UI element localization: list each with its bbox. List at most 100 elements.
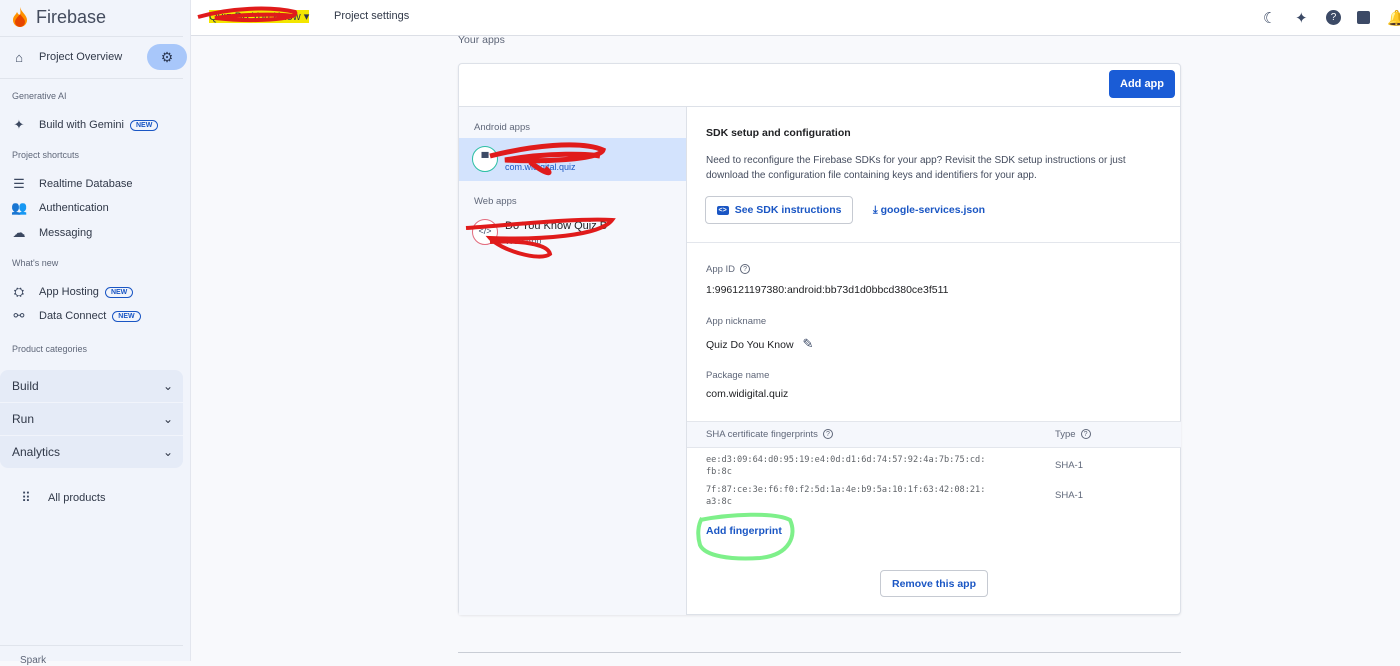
grid-icon: ⠿ (21, 490, 31, 505)
settings-gear-button[interactable]: ⚙ (147, 44, 187, 70)
web-app-row[interactable]: </> Do You Know Quiz B Web App (459, 212, 686, 255)
fingerprint-row: 7f:87:ce:3e:f6:f0:f2:5d:1a:4e:b9:5a:10:1… (706, 484, 985, 508)
button-label: See SDK instructions (734, 204, 842, 216)
app-id-value: 1:996121197380:android:bb73d1d0bbcd380ce… (706, 284, 949, 296)
nav-label: Messaging (39, 227, 93, 239)
sidebar-group-build[interactable]: Build ⌄ (0, 370, 183, 402)
new-badge: NEW (112, 310, 141, 322)
chevron-down-icon: ⌄ (162, 445, 173, 459)
nav-label: App Hosting (39, 286, 99, 298)
fingerprint-value: 7f:87:ce:3e:f6:f0:f2:5d:1a:4e:b9:5a:10:1… (706, 485, 986, 495)
link-label: google-services.json (880, 204, 986, 216)
page-title: Project settings (334, 10, 410, 22)
help-icon[interactable]: ? (1326, 10, 1341, 25)
header-text: SHA certificate fingerprints (706, 429, 818, 440)
sidebar-item-messaging[interactable]: ☁ Messaging (0, 224, 191, 242)
nav-label: Build with Gemini (39, 119, 124, 131)
add-app-button[interactable]: Add app (1109, 70, 1175, 98)
sidebar-item-authentication[interactable]: 👥 Authentication (0, 199, 191, 217)
sidebar-group-run[interactable]: Run ⌄ (0, 403, 183, 435)
cloud-icon: ☁ (12, 225, 26, 240)
apps-card: Add app Android apps ▀ com.widigital.qui… (458, 63, 1181, 615)
group-label: Build (12, 379, 39, 393)
code-icon: </> (472, 219, 498, 245)
sidebar-item-realtime-database[interactable]: ☰ Realtime Database (0, 175, 191, 193)
project-name: Quiz Do You Know (209, 11, 301, 23)
help-circle-icon[interactable]: ? (740, 264, 751, 275)
chevron-down-icon: ⌄ (162, 379, 173, 393)
add-fingerprint-link[interactable]: Add fingerprint (706, 525, 782, 537)
web-app-type: Web App (505, 236, 542, 246)
sdk-description: Need to reconfigure the Firebase SDKs fo… (706, 155, 1126, 181)
group-label: Analytics (12, 445, 61, 459)
sparkle-icon: ✦ (13, 117, 25, 132)
nickname-text: Quiz Do You Know (706, 339, 794, 351)
help-circle-icon[interactable]: ? (1080, 429, 1091, 440)
firebase-flame-icon (13, 7, 27, 27)
fingerprint-row: ee:d3:09:64:d0:95:19:e4:0d:d1:6d:74:57:9… (706, 454, 985, 478)
see-sdk-instructions-button[interactable]: <> See SDK instructions (705, 196, 853, 224)
nickname-value: Quiz Do You Know ✎ (706, 336, 813, 352)
chevron-down-icon: ⌄ (162, 412, 173, 426)
label-text: App ID (706, 264, 736, 275)
nav-label: All products (48, 492, 106, 504)
new-badge: NEW (129, 119, 159, 131)
section-label: Project shortcuts (12, 150, 80, 160)
sidebar-item-build-with-gemini[interactable]: ✦ Build with Gemini NEW (0, 116, 191, 134)
people-icon: 👥 (11, 200, 28, 215)
data-connect-icon: ⚯ (13, 308, 25, 323)
sidebar-item-app-hosting[interactable]: ⛭ App Hosting NEW (0, 283, 191, 301)
remove-app-button[interactable]: Remove this app (880, 570, 988, 597)
group-label: Run (12, 412, 35, 426)
section-label: Product categories (12, 344, 88, 354)
brand-name: Firebase (36, 6, 107, 27)
col-type: Type? (1055, 429, 1091, 440)
help-circle-icon[interactable]: ? (822, 429, 833, 440)
app-list: Android apps ▀ com.widigital.quiz Web ap… (459, 106, 687, 615)
sidebar-item-data-connect[interactable]: ⚯ Data Connect NEW (0, 307, 191, 325)
dark-mode-icon[interactable]: ☾ (1263, 9, 1276, 27)
home-icon: ⌂ (15, 49, 23, 65)
hosting-icon: ⛭ (13, 284, 25, 299)
database-icon: ☰ (13, 176, 25, 191)
sidebar-group-analytics[interactable]: Analytics ⌄ (0, 436, 183, 468)
code-box-icon: <> (716, 205, 729, 215)
new-badge: NEW (104, 286, 134, 298)
section-title: Your apps (458, 34, 505, 46)
nav-label: Authentication (39, 202, 109, 214)
android-apps-header: Android apps (474, 122, 530, 133)
web-apps-header: Web apps (474, 196, 517, 207)
nickname-label: App nickname (706, 316, 767, 327)
project-selector[interactable]: Quiz Do You Know ▾ (209, 10, 310, 23)
notifications-icon[interactable]: 🔔 (1387, 9, 1400, 27)
header-text: Type (1055, 429, 1076, 440)
notes-icon[interactable] (1357, 11, 1370, 24)
sidebar: Firebase ⌂ Project Overview ⚙ Generative … (0, 0, 191, 666)
download-config-link[interactable]: ⤓ google-services.json (873, 204, 985, 217)
fingerprint-table-header: SHA certificate fingerprints? Type? (687, 421, 1181, 448)
col-fingerprint: SHA certificate fingerprints? (706, 429, 833, 440)
web-app-name: Do You Know Quiz B (505, 220, 608, 232)
app-id-label: App ID? (706, 264, 751, 275)
section-label: Generative AI (12, 91, 67, 101)
fingerprint-value: a3:8c (706, 497, 732, 507)
sidebar-item-all-products[interactable]: ⠿ All products (0, 488, 191, 508)
android-package: com.widigital.quiz (505, 162, 576, 172)
fingerprint-type: SHA-1 (1055, 460, 1083, 471)
edit-pencil-icon[interactable]: ✎ (802, 336, 813, 351)
gear-icon: ⚙ (160, 48, 174, 65)
app-details: SDK setup and configuration Need to reco… (687, 106, 1181, 615)
fingerprint-value: fb:8c (706, 467, 732, 477)
caret-down-icon: ▾ (303, 11, 310, 23)
fingerprint-value: ee:d3:09:64:d0:95:19:e4:0d:d1:6d:74:57:9… (706, 455, 986, 465)
nav-label: Realtime Database (39, 178, 133, 190)
android-app-row[interactable]: ▀ com.widigital.quiz (459, 138, 686, 181)
android-icon: ▀ (472, 146, 498, 172)
nav-label: Project Overview (39, 51, 123, 63)
fingerprint-type: SHA-1 (1055, 490, 1083, 501)
nav-label: Data Connect (39, 310, 107, 322)
gemini-icon[interactable]: ✦ (1295, 9, 1308, 27)
package-label: Package name (706, 370, 770, 381)
package-value: com.widigital.quiz (706, 388, 789, 400)
firebase-logo[interactable]: Firebase (12, 6, 106, 28)
